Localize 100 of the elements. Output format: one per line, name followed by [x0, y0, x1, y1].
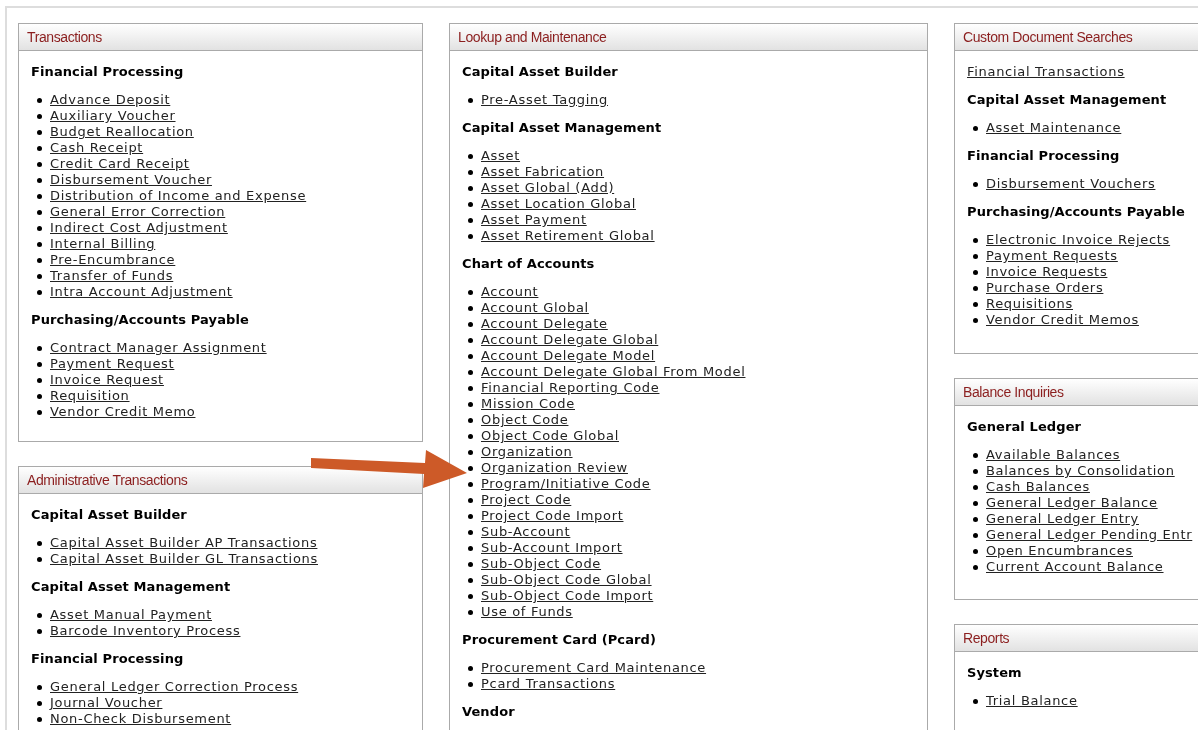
menu-link[interactable]: Account Delegate Global — [481, 332, 659, 348]
menu-link[interactable]: Account Delegate — [481, 316, 608, 332]
bullet-icon — [37, 540, 42, 546]
bullet-icon — [37, 209, 42, 215]
menu-link[interactable]: Disbursement Vouchers — [986, 176, 1156, 192]
bullet-icon — [973, 484, 978, 490]
menu-link[interactable]: Contract Manager Assignment — [50, 340, 267, 356]
bullet-icon — [973, 564, 978, 570]
menu-link[interactable]: Project Code — [481, 492, 572, 508]
menu-link[interactable]: Asset Fabrication — [481, 164, 605, 180]
menu-link[interactable]: Organization Review — [481, 460, 628, 476]
section-heading: Financial Processing — [967, 148, 1121, 164]
bullet-icon — [973, 269, 978, 275]
menu-link[interactable]: Cash Balances — [986, 479, 1090, 495]
menu-link[interactable]: Sub-Object Code Global — [481, 572, 652, 588]
menu-link[interactable]: Use of Funds — [481, 604, 573, 620]
menu-link[interactable]: Auxiliary Voucher — [50, 108, 176, 124]
menu-link[interactable]: Sub-Object Code Import — [481, 588, 654, 604]
bullet-icon — [37, 684, 42, 690]
menu-link[interactable]: Mission Code — [481, 396, 575, 412]
bullet-icon — [468, 433, 473, 439]
menu-link[interactable]: Vendor Credit Memo — [50, 404, 196, 420]
menu-link[interactable]: Account Delegate Model — [481, 348, 656, 364]
menu-link[interactable]: Asset Location Global — [481, 196, 636, 212]
menu-link[interactable]: Requisition — [50, 388, 130, 404]
bullet-icon — [37, 97, 42, 103]
menu-link[interactable]: Account — [481, 284, 539, 300]
menu-link[interactable]: Capital Asset Builder AP Transactions — [50, 535, 318, 551]
menu-link[interactable]: Asset Maintenance — [986, 120, 1122, 136]
menu-link[interactable]: Sub-Account Import — [481, 540, 623, 556]
menu-link[interactable]: Advance Deposit — [50, 92, 171, 108]
menu-link[interactable]: Invoice Requests — [986, 264, 1108, 280]
menu-link[interactable]: Pcard Transactions — [481, 676, 616, 692]
menu-link[interactable]: Available Balances — [986, 447, 1121, 463]
menu-link[interactable]: Disbursement Voucher — [50, 172, 212, 188]
bullet-icon — [973, 548, 978, 554]
menu-link[interactable]: General Ledger Pending Entr — [986, 527, 1193, 543]
bullet-icon — [37, 556, 42, 562]
bullet-icon — [973, 468, 978, 474]
menu-link[interactable]: General Ledger Balance — [986, 495, 1158, 511]
section-heading: Capital Asset Management — [967, 92, 1168, 108]
menu-link[interactable]: Organization — [481, 444, 573, 460]
menu-link[interactable]: Program/Initiative Code — [481, 476, 651, 492]
menu-link[interactable]: Purchase Orders — [986, 280, 1104, 296]
bullet-icon — [468, 401, 473, 407]
menu-link[interactable]: Vendor Credit Memos — [986, 312, 1139, 328]
document-link[interactable]: Financial Transactions — [967, 64, 1125, 79]
menu-link[interactable]: Requisitions — [986, 296, 1073, 312]
menu-link[interactable]: Sub-Account — [481, 524, 571, 540]
menu-link[interactable]: Balances by Consolidation — [986, 463, 1175, 479]
menu-link[interactable]: Intra Account Adjustment — [50, 284, 233, 300]
menu-link[interactable]: Asset — [481, 148, 521, 164]
menu-link[interactable]: Electronic Invoice Rejects — [986, 232, 1171, 248]
menu-link[interactable]: Pre-Asset Tagging — [481, 92, 608, 108]
panel-title: Balance Inquiries — [955, 379, 1198, 406]
section-heading: System — [967, 665, 1023, 681]
menu-link[interactable]: Financial Reporting Code — [481, 380, 660, 396]
menu-link[interactable]: Account Delegate Global From Model — [481, 364, 746, 380]
menu-link[interactable]: Journal Voucher — [50, 695, 163, 711]
menu-link[interactable]: Trial Balance — [986, 693, 1078, 709]
menu-link[interactable]: Barcode Inventory Process — [50, 623, 241, 639]
menu-link[interactable]: General Ledger Correction Process — [50, 679, 299, 695]
menu-link[interactable]: Internal Billing — [50, 236, 156, 252]
menu-link[interactable]: Budget Reallocation — [50, 124, 194, 140]
menu-link[interactable]: General Error Correction — [50, 204, 226, 220]
menu-link[interactable]: Capital Asset Builder GL Transactions — [50, 551, 318, 567]
menu-link[interactable]: Non-Check Disbursement — [50, 711, 232, 727]
menu-link[interactable]: Current Account Balance — [986, 559, 1164, 575]
bullet-icon — [468, 529, 473, 535]
menu-link[interactable]: Transfer of Funds — [50, 268, 174, 284]
menu-link[interactable]: Cash Receipt — [50, 140, 144, 156]
menu-link[interactable]: Open Encumbrances — [986, 543, 1133, 559]
bullet-icon — [37, 377, 42, 383]
menu-link[interactable]: Asset Payment — [481, 212, 587, 228]
menu-link[interactable]: Asset Global (Add) — [481, 180, 615, 196]
menu-link[interactable]: Object Code — [481, 412, 569, 428]
menu-link[interactable]: Object Code Global — [481, 428, 619, 444]
section-heading: Financial Processing — [31, 651, 185, 667]
bullet-icon — [973, 698, 978, 704]
menu-link[interactable]: General Ledger Entry — [986, 511, 1139, 527]
menu-link[interactable]: Indirect Cost Adjustment — [50, 220, 228, 236]
menu-link[interactable]: Asset Retirement Global — [481, 228, 655, 244]
menu-link[interactable]: Sub-Object Code — [481, 556, 602, 572]
menu-link[interactable]: Distribution of Income and Expense — [50, 188, 307, 204]
bullet-icon — [37, 113, 42, 119]
menu-link[interactable]: Account Global — [481, 300, 589, 316]
menu-link[interactable]: Credit Card Receipt — [50, 156, 190, 172]
bullet-icon — [37, 289, 42, 295]
menu-link[interactable]: Asset Manual Payment — [50, 607, 212, 623]
bullet-icon — [37, 193, 42, 199]
bullet-icon — [973, 237, 978, 243]
menu-link[interactable]: Payment Request — [50, 356, 175, 372]
bullet-icon — [973, 452, 978, 458]
menu-link[interactable]: Project Code Import — [481, 508, 624, 524]
menu-link[interactable]: Procurement Card Maintenance — [481, 660, 707, 676]
bullet-icon — [468, 681, 473, 687]
menu-link[interactable]: Pre-Encumbrance — [50, 252, 176, 268]
menu-link[interactable]: Invoice Request — [50, 372, 164, 388]
menu-link[interactable]: Payment Requests — [986, 248, 1118, 264]
bullet-icon — [468, 233, 473, 239]
